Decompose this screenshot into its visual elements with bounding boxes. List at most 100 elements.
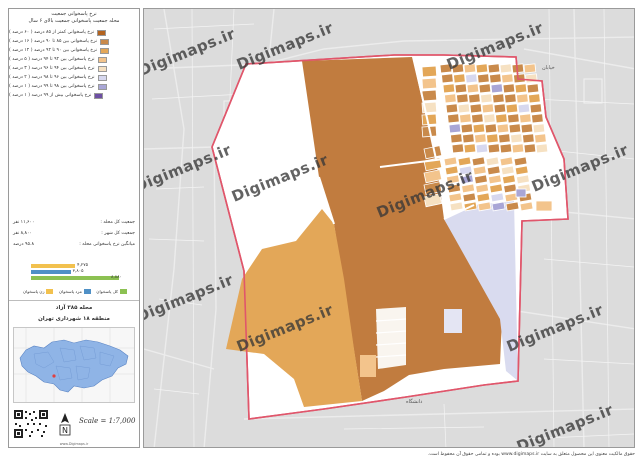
parcel-block[interactable] — [444, 93, 457, 104]
parcel-block[interactable] — [515, 174, 530, 185]
parcel-block[interactable] — [519, 201, 534, 212]
parcel-block[interactable] — [462, 133, 475, 144]
parcel-block[interactable] — [421, 113, 438, 126]
parcel-block[interactable] — [474, 133, 487, 144]
parcel-block[interactable] — [499, 63, 513, 74]
parcel-block[interactable] — [487, 143, 501, 154]
parcel-block[interactable] — [523, 63, 537, 74]
parcel-block[interactable] — [468, 93, 481, 104]
parcel-block[interactable] — [489, 73, 502, 84]
parcel-block[interactable] — [516, 93, 529, 104]
parcel-block[interactable] — [445, 103, 459, 114]
parcel-block[interactable] — [486, 165, 501, 176]
parcel-block[interactable] — [459, 174, 474, 185]
parcel-block[interactable] — [472, 165, 487, 176]
parcel-block[interactable] — [519, 113, 532, 124]
parcel-block[interactable] — [475, 63, 489, 74]
parcel-block[interactable] — [457, 156, 472, 167]
parcel-block[interactable] — [453, 73, 466, 84]
parcel-block[interactable] — [477, 201, 492, 212]
parcel-block[interactable] — [458, 165, 473, 176]
parcel-block[interactable] — [476, 192, 491, 203]
parcel-block[interactable] — [447, 113, 460, 124]
parcel-block[interactable] — [487, 63, 501, 74]
parcel-block[interactable] — [441, 73, 454, 84]
parcel-block[interactable] — [462, 192, 477, 203]
parcel-block[interactable] — [487, 174, 502, 185]
parcel-block[interactable] — [529, 103, 543, 114]
parcel-block[interactable] — [460, 123, 474, 134]
parcel-block[interactable] — [490, 192, 505, 203]
parcel-block[interactable] — [477, 73, 490, 84]
parcel-block[interactable] — [491, 201, 506, 212]
parcel-block[interactable] — [532, 123, 546, 134]
parcel-block[interactable] — [495, 113, 508, 124]
parcel-block[interactable] — [505, 103, 519, 114]
map-frame[interactable]: دانشگاه خیابان Digimaps.ir Digimaps.ir D… — [143, 8, 635, 448]
parcel-block[interactable] — [523, 143, 537, 154]
parcel-block[interactable] — [439, 63, 453, 74]
parcel-block[interactable] — [443, 156, 458, 167]
parcel-block[interactable] — [507, 113, 520, 124]
parcel-block[interactable] — [463, 63, 477, 74]
parcel-block[interactable] — [528, 93, 541, 104]
parcel-block[interactable] — [508, 123, 522, 134]
parcel-block[interactable] — [475, 183, 490, 194]
parcel-block[interactable] — [504, 93, 517, 104]
parcel-block[interactable] — [535, 200, 553, 212]
parcel-block[interactable] — [450, 133, 463, 144]
parcel-block[interactable] — [534, 133, 547, 144]
parcel-block[interactable] — [526, 83, 540, 94]
parcel-block[interactable] — [449, 201, 464, 212]
parcel-block[interactable] — [471, 156, 486, 167]
parcel-block[interactable] — [447, 183, 462, 194]
parcel-block[interactable] — [454, 83, 468, 94]
parcel-block[interactable] — [486, 133, 499, 144]
parcel-block[interactable] — [520, 123, 534, 134]
parcel-block[interactable] — [480, 93, 493, 104]
parcel-block[interactable] — [514, 83, 528, 94]
parcel-block[interactable] — [457, 103, 471, 114]
parcel-block[interactable] — [490, 83, 504, 94]
parcel-block[interactable] — [496, 123, 510, 134]
parcel-block[interactable] — [469, 103, 483, 114]
parcel-block[interactable] — [525, 73, 538, 84]
parcel-block[interactable] — [513, 156, 528, 167]
parcel-block[interactable] — [485, 156, 500, 167]
parcel-block[interactable] — [463, 143, 477, 154]
map-svg[interactable]: دانشگاه خیابان — [144, 9, 635, 448]
parcel-block[interactable] — [448, 192, 463, 203]
parcel-block[interactable] — [502, 83, 516, 94]
parcel-block[interactable] — [501, 73, 514, 84]
parcel-block[interactable] — [531, 113, 544, 124]
parcel-block[interactable] — [451, 143, 465, 154]
parcel-block[interactable] — [501, 174, 516, 185]
parcel-block[interactable] — [475, 143, 489, 154]
parcel-block[interactable] — [442, 83, 456, 94]
parcel-block[interactable] — [445, 174, 460, 185]
parcel-block[interactable] — [499, 156, 514, 167]
parcel-block[interactable] — [478, 83, 492, 94]
parcel-block[interactable] — [493, 103, 507, 114]
parcel-block[interactable] — [421, 65, 438, 78]
parcel-block[interactable] — [465, 73, 478, 84]
parcel-block[interactable] — [459, 113, 472, 124]
parcel-block[interactable] — [500, 165, 515, 176]
parcel-block[interactable] — [510, 133, 523, 144]
parcel-block[interactable] — [461, 183, 476, 194]
parcel-block[interactable] — [489, 183, 504, 194]
parcel-block[interactable] — [511, 143, 525, 154]
parcel-block[interactable] — [444, 165, 459, 176]
parcel-block[interactable] — [517, 103, 531, 114]
parcel-block[interactable] — [514, 165, 529, 176]
parcel-block[interactable] — [499, 143, 513, 154]
parcel-block[interactable] — [421, 89, 438, 102]
parcel-block[interactable] — [421, 77, 438, 90]
parcel-block[interactable] — [484, 123, 498, 134]
parcel-block[interactable] — [522, 133, 535, 144]
parcel-block[interactable] — [498, 133, 511, 144]
parcel-block[interactable] — [505, 201, 520, 212]
parcel-block[interactable] — [473, 174, 488, 185]
parcel-block[interactable] — [515, 188, 527, 198]
parcel-block[interactable] — [471, 113, 484, 124]
